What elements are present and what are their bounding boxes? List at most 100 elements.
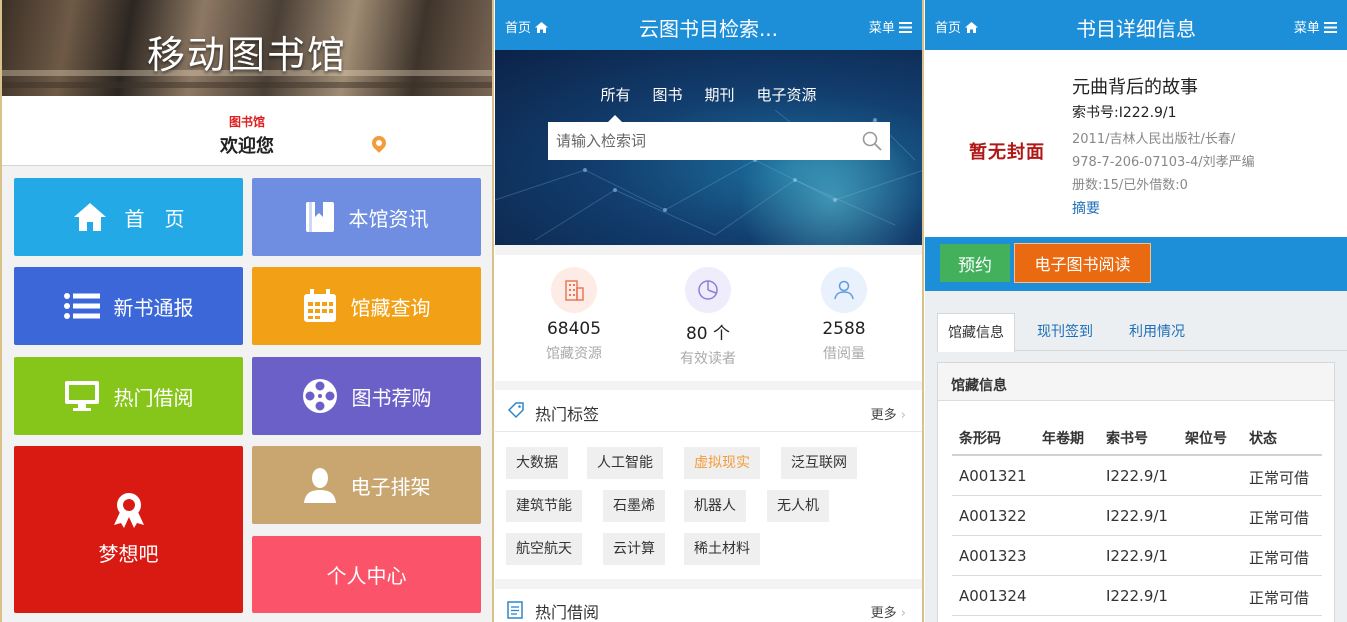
- tag-item[interactable]: 建筑节能: [506, 490, 582, 522]
- publication-info: 2011/吉林人民出版社/长春/: [1072, 132, 1236, 147]
- reserve-button[interactable]: 预约: [940, 244, 1010, 282]
- column-header: 状态: [1249, 431, 1277, 447]
- tag-item[interactable]: 无人机: [767, 490, 829, 522]
- section-title: 热门标签: [535, 405, 600, 424]
- catalog-search-panel: 首页 云图书目检索... 菜单 所有 图书 期刊 电子资源 请输入检索词 684…: [495, 0, 924, 622]
- book-cover-placeholder: 暂无封面: [969, 142, 1045, 163]
- tile-personal-center[interactable]: 个人中心: [252, 536, 481, 613]
- hot-borrow-section: 热门借阅 更多 ›: [495, 589, 922, 622]
- page-title: 云图书目检索...: [638, 17, 779, 41]
- isbn-author: 978-7-206-07103-4/刘孝严编: [1072, 155, 1255, 170]
- abstract-link[interactable]: 摘要: [1072, 198, 1100, 218]
- hot-tags-section: 热门标签 更多 › 大数据 人工智能 虚拟现实 泛互联网 建筑节能 石墨烯 机器…: [495, 390, 922, 579]
- menu-button[interactable]: 菜单: [1294, 17, 1337, 36]
- barcode-cell: A001323: [959, 547, 1027, 565]
- table-row: A001323 I222.9/1 正常可借: [952, 536, 1322, 576]
- book-title: 元曲背后的故事: [1072, 77, 1198, 98]
- column-header: 索书号: [1106, 431, 1148, 447]
- hamburger-icon: [1324, 22, 1337, 33]
- stat-label: 馆藏资源: [546, 346, 602, 362]
- tile-library-news[interactable]: 本馆资讯: [252, 178, 481, 256]
- tile-label: 梦想吧: [98, 542, 159, 566]
- tab-journals[interactable]: 期刊: [705, 84, 735, 105]
- welcome-label: 图书馆: [228, 115, 265, 129]
- header-banner: 移动图书馆: [2, 0, 492, 96]
- tag-item[interactable]: 机器人: [684, 490, 746, 522]
- barcode-cell: A001321: [959, 467, 1027, 485]
- stat-value: 2588: [822, 319, 866, 339]
- section-header: 热门借阅 更多 ›: [495, 589, 922, 622]
- tab-holdings[interactable]: 馆藏信息: [937, 313, 1015, 352]
- top-bar: 首页 云图书目检索... 菜单: [495, 0, 922, 50]
- building-icon: [565, 280, 584, 301]
- tile-home[interactable]: 首 页: [14, 178, 243, 256]
- search-banner: 所有 图书 期刊 电子资源: [495, 50, 922, 245]
- tile-label: 馆藏查询: [350, 295, 431, 320]
- tile-collection-search[interactable]: 馆藏查询: [252, 267, 481, 345]
- call-number-cell: I222.9/1: [1106, 507, 1168, 525]
- stat-readers: 80 个 有效读者: [653, 267, 763, 368]
- tile-label: 热门借阅: [113, 385, 194, 410]
- section-title: 热门借阅: [535, 603, 600, 622]
- tab-books[interactable]: 图书: [652, 84, 682, 105]
- more-link[interactable]: 更多 ›: [871, 602, 906, 621]
- tile-dream-bar[interactable]: 梦想吧: [14, 446, 243, 613]
- welcome-text: 欢迎您: [220, 136, 274, 157]
- tag-item[interactable]: 云计算: [603, 533, 665, 565]
- film-reel-icon: [302, 379, 337, 413]
- stat-borrows: 2588 借阅量: [789, 267, 899, 363]
- hamburger-icon: [899, 22, 912, 33]
- menu-button[interactable]: 菜单: [869, 17, 912, 36]
- document-icon: [507, 601, 523, 619]
- tab-all[interactable]: 所有: [600, 84, 630, 122]
- list-icon: [63, 293, 100, 319]
- column-header: 条形码: [959, 431, 1001, 447]
- more-label: 更多: [870, 606, 897, 621]
- ebook-read-button[interactable]: 电子图书阅读: [1014, 243, 1151, 283]
- call-number-cell: I222.9/1: [1106, 547, 1168, 565]
- tab-journal-checkin[interactable]: 现刊签到: [1025, 313, 1105, 351]
- chevron-right-icon: ›: [900, 606, 906, 621]
- column-header: 架位号: [1185, 431, 1227, 447]
- search-icon[interactable]: [862, 131, 882, 151]
- tag-item[interactable]: 虚拟现实: [684, 447, 760, 479]
- tag-item[interactable]: 人工智能: [587, 447, 663, 479]
- statistics-panel: 68405 馆藏资源 80 个 有效读者 2588 借阅量: [495, 255, 922, 381]
- tag-item[interactable]: 稀土材料: [684, 533, 760, 565]
- menu-label: 菜单: [868, 21, 895, 36]
- monitor-icon: [64, 381, 99, 411]
- menu-label: 菜单: [1293, 21, 1320, 36]
- status-cell: 正常可借: [1249, 589, 1310, 607]
- welcome-area: 图书馆 欢迎您: [2, 96, 492, 166]
- tag-item[interactable]: 大数据: [506, 447, 568, 479]
- tile-e-shelving[interactable]: 电子排架: [252, 446, 481, 524]
- tile-new-books[interactable]: 新书通报: [14, 267, 243, 345]
- search-input[interactable]: [548, 122, 848, 160]
- stat-value: 68405: [546, 319, 602, 339]
- users-icon: [834, 280, 854, 300]
- tab-e-resources[interactable]: 电子资源: [757, 84, 817, 105]
- tag-item[interactable]: 泛互联网: [781, 447, 857, 479]
- status-cell: 正常可借: [1249, 549, 1310, 567]
- tag-item[interactable]: 石墨烯: [603, 490, 665, 522]
- status-cell: 正常可借: [1249, 509, 1310, 527]
- tile-hot-borrow[interactable]: 热门借阅: [14, 357, 243, 435]
- section-header: 热门标签 更多 ›: [495, 390, 922, 432]
- barcode-cell: A001322: [959, 507, 1027, 525]
- tag-item[interactable]: 航空航天: [506, 533, 582, 565]
- pie-chart-icon: [698, 280, 718, 300]
- tile-label: 电子排架: [350, 474, 431, 499]
- tab-usage[interactable]: 利用情况: [1117, 313, 1197, 351]
- tile-label: 个人中心: [326, 564, 407, 588]
- copies-info: 册数:15/已外借数:0: [1072, 178, 1188, 193]
- stat-label: 有效读者: [680, 351, 736, 367]
- library-home-panel: 移动图书馆 图书馆 欢迎您 首 页 本馆资讯 新书通报 馆藏查询 热门借阅 图书…: [0, 0, 494, 622]
- page-title: 书目详细信息: [1076, 17, 1196, 41]
- bookmark-book-icon: [305, 202, 334, 232]
- status-cell: 正常可借: [1249, 469, 1310, 487]
- top-bar: 首页 书目详细信息 菜单: [925, 0, 1347, 50]
- tile-book-recommend[interactable]: 图书荐购: [252, 357, 481, 435]
- tag-icon: [507, 402, 524, 419]
- more-link[interactable]: 更多 ›: [871, 404, 906, 423]
- search-box: [548, 122, 890, 160]
